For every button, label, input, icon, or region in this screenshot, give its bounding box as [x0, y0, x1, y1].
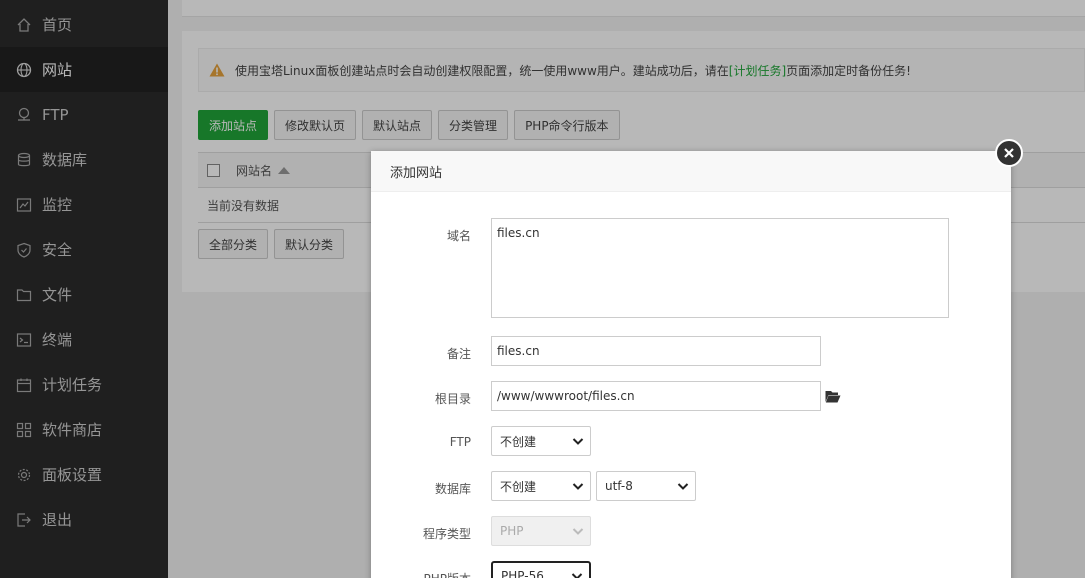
php-version-select[interactable]: PHP-56 — [491, 561, 591, 578]
close-dialog-button[interactable] — [995, 139, 1023, 167]
ftp-select[interactable]: 不创建 — [491, 426, 591, 456]
chevron-down-icon — [571, 573, 583, 578]
program-type-value: PHP — [500, 524, 524, 538]
domain-label: 域名 — [446, 229, 471, 243]
root-dir-label: 根目录 — [434, 392, 471, 406]
charset-select-value: utf-8 — [605, 479, 633, 493]
root-dir-input[interactable]: /www/wwwroot/files.cn — [491, 381, 821, 411]
chevron-down-icon — [572, 438, 584, 445]
folder-open-icon[interactable] — [825, 390, 841, 403]
database-select[interactable]: 不创建 — [491, 471, 591, 501]
database-label: 数据库 — [434, 482, 471, 496]
chevron-down-icon — [677, 483, 689, 490]
domain-textarea[interactable]: files.cn — [491, 218, 949, 318]
add-site-dialog: 添加网站 域名 files.cn 备注 files.cn 根目录 /www/ww… — [371, 151, 1011, 578]
remark-input[interactable]: files.cn — [491, 336, 821, 366]
php-version-label: PHP版本 — [371, 570, 472, 578]
remark-label: 备注 — [446, 347, 471, 361]
charset-select[interactable]: utf-8 — [596, 471, 696, 501]
dialog-title: 添加网站 — [371, 151, 1011, 192]
ftp-select-value: 不创建 — [500, 434, 537, 449]
program-type-label: 程序类型 — [422, 527, 471, 541]
chevron-down-icon — [572, 528, 584, 535]
ftp-label: FTP — [449, 435, 471, 449]
close-icon — [1004, 148, 1014, 158]
database-select-value: 不创建 — [500, 479, 537, 494]
php-version-value: PHP-56 — [501, 569, 544, 578]
program-type-select: PHP — [491, 516, 591, 546]
chevron-down-icon — [572, 483, 584, 490]
